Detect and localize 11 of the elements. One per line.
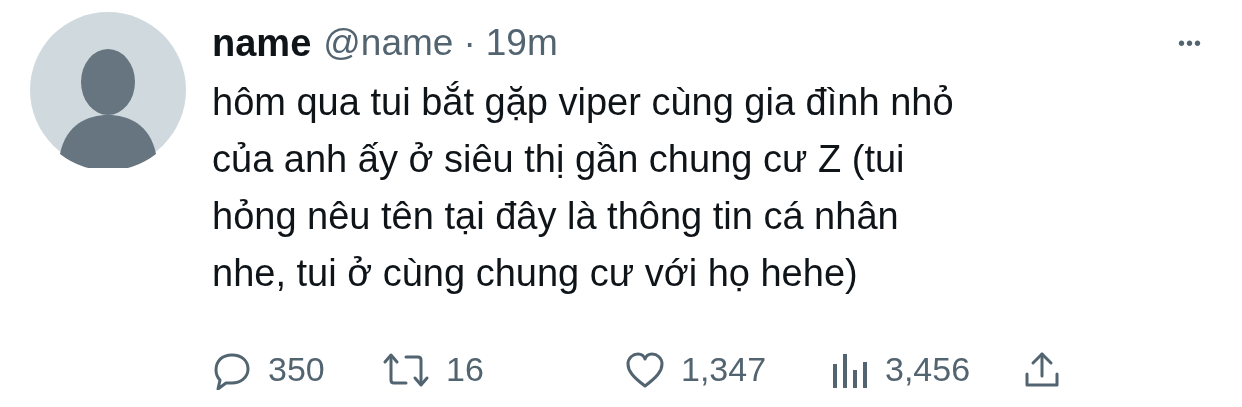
retweet-button[interactable]: 16 bbox=[382, 344, 625, 395]
more-button[interactable]: ••• bbox=[1178, 28, 1202, 58]
author-handle: @name bbox=[323, 21, 454, 66]
author-name[interactable]: name bbox=[212, 14, 312, 72]
reply-button[interactable]: 350 bbox=[212, 344, 382, 395]
views-button[interactable]: 3,456 bbox=[829, 344, 1022, 395]
timestamp[interactable]: 19m bbox=[485, 15, 558, 71]
tweet-text: hôm qua tui bắt gặp viper cùng gia đình nhỏ của anh ấy ở siêu thị gần chung cư Z (tui hỏng nêu tên tại đây là thông tin cá nhân nhe, tui ở cùng chung cư với họ hehe) bbox=[212, 80, 954, 296]
separator: · bbox=[463, 21, 476, 66]
like-button[interactable]: 1,347 bbox=[625, 344, 829, 395]
avatar[interactable] bbox=[30, 12, 186, 168]
